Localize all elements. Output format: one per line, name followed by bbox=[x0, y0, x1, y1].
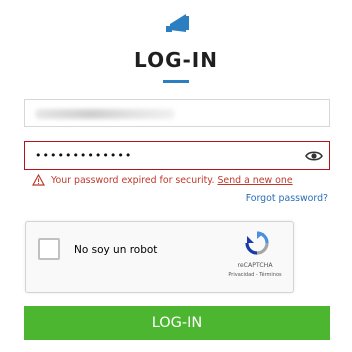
password-field[interactable]: ••••••••••••• bbox=[24, 141, 330, 170]
send-new-password-link[interactable]: Send a new one bbox=[217, 175, 292, 186]
username-field[interactable] bbox=[24, 99, 330, 127]
recaptcha-widget: No soy un robot reCAPTCHA Privacidad - T… bbox=[25, 221, 294, 293]
recaptcha-brand: reCAPTCHA bbox=[237, 262, 273, 269]
recaptcha-terms-link[interactable]: Privacidad - Términos bbox=[208, 272, 302, 278]
title-underline bbox=[163, 80, 189, 83]
error-message: Your password expired for security. bbox=[51, 174, 215, 186]
login-page: LOG-IN ••••••••••••• Your password expir… bbox=[0, 0, 352, 352]
forgot-password-link[interactable]: Forgot password? bbox=[246, 193, 328, 204]
recaptcha-checkbox[interactable] bbox=[38, 238, 60, 260]
eye-icon[interactable] bbox=[305, 149, 323, 163]
page-title: LOG-IN bbox=[134, 48, 218, 72]
recaptcha-label: No soy un robot bbox=[74, 244, 158, 256]
warning-triangle-icon bbox=[32, 174, 45, 186]
recaptcha-logo-icon bbox=[245, 231, 269, 255]
login-button[interactable]: LOG-IN bbox=[24, 306, 330, 340]
blurred-username-value bbox=[35, 109, 175, 119]
password-value: ••••••••••••• bbox=[35, 149, 133, 162]
password-error: Your password expired for security. Send… bbox=[32, 172, 293, 188]
horn-icon bbox=[166, 14, 189, 32]
